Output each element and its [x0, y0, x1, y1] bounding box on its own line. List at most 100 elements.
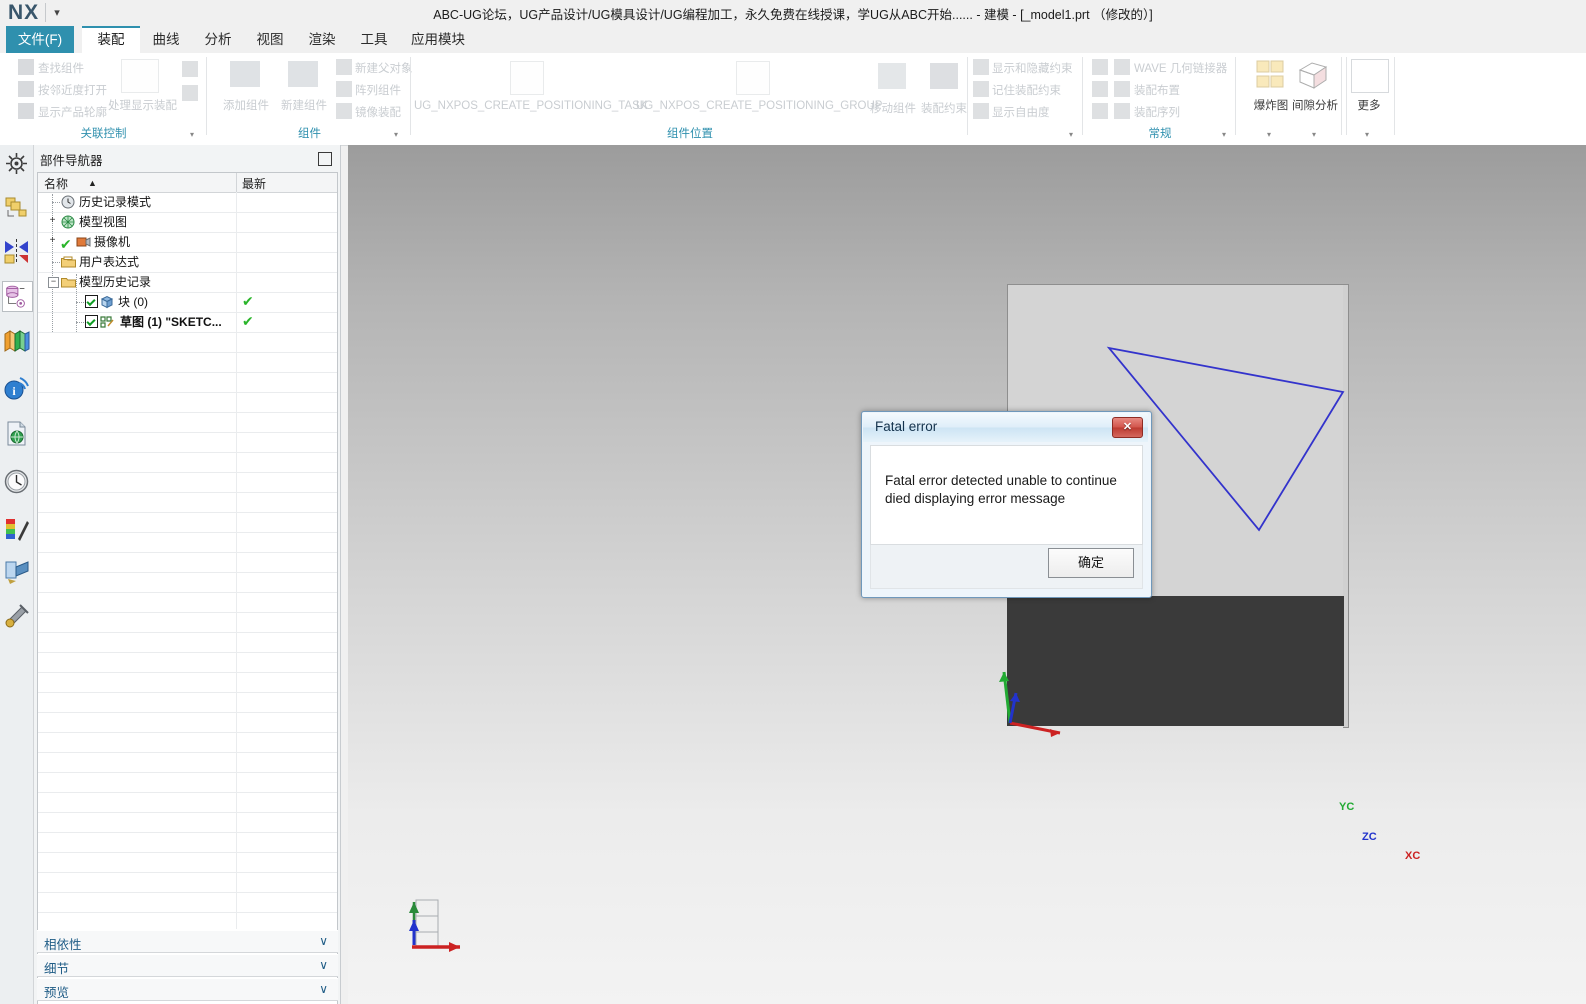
tree-row[interactable]: 块 (0) — [38, 292, 236, 312]
add-component-icon — [230, 61, 260, 87]
tab-tools[interactable]: 工具 — [348, 26, 400, 53]
role-tools-icon[interactable] — [2, 601, 31, 630]
section-label: 相依性 — [44, 938, 82, 952]
section-details[interactable]: 细节 ∨ — [37, 954, 338, 977]
fatal-error-dialog[interactable]: Fatal error ✕ Fatal error detected unabl… — [861, 411, 1152, 598]
work-part-display-icon — [121, 59, 159, 93]
add-component-label[interactable]: 添加组件 — [216, 97, 276, 113]
render-palette-icon[interactable] — [2, 515, 31, 544]
tab-curve[interactable]: 曲线 — [140, 26, 192, 53]
tree-expander[interactable]: + — [48, 216, 57, 226]
sort-ascending-icon[interactable]: ▲ — [88, 178, 97, 188]
tree-row[interactable]: 用户表达式 — [38, 252, 236, 272]
tree-column-name[interactable]: 名称 — [44, 175, 68, 192]
more-commands-icon[interactable] — [1351, 59, 1389, 93]
block-icon — [100, 295, 114, 309]
up-to-date-icon: ✔ — [242, 313, 254, 329]
hd3d-tools-icon[interactable]: i — [2, 373, 31, 402]
tree-row[interactable]: 历史记录模式 — [38, 192, 236, 212]
constraint-navigator-icon[interactable] — [2, 237, 31, 266]
tree-row[interactable]: + ✔ 摄像机 — [38, 232, 236, 252]
show-dof-label[interactable]: 显示自由度 — [992, 104, 1050, 120]
tab-render[interactable]: 渲染 — [296, 26, 348, 53]
triad-y-label: YC — [1339, 801, 1355, 813]
clearance-analysis-caret-icon[interactable]: ▾ — [1312, 130, 1316, 139]
pattern-component-icon — [336, 81, 352, 97]
set-work-part-icon[interactable] — [182, 61, 198, 77]
work-part-display-label[interactable]: 处理显示装配 — [108, 97, 177, 113]
feature-checkbox[interactable] — [85, 295, 98, 308]
close-icon[interactable]: ✕ — [1112, 417, 1143, 438]
section-preview[interactable]: 预览 ∨ — [37, 978, 338, 1001]
remember-constraints-icon — [973, 81, 989, 97]
tab-application[interactable]: 应用模块 — [400, 26, 476, 53]
mirror-assembly-label[interactable]: 镜像装配 — [355, 104, 401, 120]
clock-icon — [61, 195, 75, 209]
ribbon-group-constraints: 显示和隐藏约束 记住装配约束 显示自由度 ▾ — [969, 53, 1083, 145]
tree-column-latest[interactable]: 最新 — [242, 175, 266, 192]
window-title: ABC-UG论坛，UG产品设计/UG模具设计/UG编程加工，永久免费在线授课，学… — [433, 8, 1153, 22]
ribbon-separator — [1394, 57, 1395, 135]
explode-view-caret-icon[interactable]: ▾ — [1267, 130, 1271, 139]
group-caret-constraints[interactable]: ▾ — [1069, 130, 1073, 139]
reuse-library-icon[interactable] — [2, 281, 33, 312]
show-hide-constraints-label[interactable]: 显示和隐藏约束 — [992, 60, 1073, 76]
group-label-component-position: 组件位置 — [667, 128, 713, 140]
new-component-icon — [288, 61, 318, 87]
remember-constraints-label[interactable]: 记住装配约束 — [992, 82, 1061, 98]
history-clock-icon[interactable] — [2, 467, 31, 496]
chevron-down-icon[interactable]: ∨ — [319, 982, 328, 996]
assembly-sequence-label[interactable]: 装配序列 — [1134, 104, 1180, 120]
more-commands-caret-icon[interactable]: ▾ — [1365, 130, 1369, 139]
chevron-down-icon[interactable]: ∨ — [319, 958, 328, 972]
pin-panel-icon[interactable] — [318, 152, 332, 166]
part-navigator-icon[interactable] — [2, 193, 31, 222]
wave-geometry-linker-icon — [1114, 59, 1130, 75]
web-browser-icon[interactable] — [2, 419, 31, 448]
tree-row[interactable]: 草图 (1) "SKETC... — [38, 312, 236, 332]
reuse-library-books-icon[interactable] — [2, 325, 31, 354]
tree-expander[interactable]: + — [48, 236, 57, 246]
section-dependencies[interactable]: 相依性 ∨ — [37, 930, 338, 953]
feature-checkbox[interactable] — [85, 315, 98, 328]
tree-row-label: 草图 (1) "SKETC... — [120, 315, 222, 329]
group-caret-context-control[interactable]: ▾ — [190, 130, 194, 139]
system-scene-icon[interactable] — [2, 557, 31, 586]
clearance-analysis-label[interactable]: 间隙分析 — [1286, 97, 1344, 113]
chevron-down-icon[interactable]: ∨ — [319, 934, 328, 948]
assembly-arrangement-label[interactable]: 装配布置 — [1134, 82, 1180, 98]
navigator-tree[interactable]: 名称 ▲ 最新 历史记录模式 + 模型视图 + ✔ 摄像机 用户表达式 − 模型… — [37, 172, 338, 1004]
create-positioning-task-label[interactable]: UG_NXPOS_CREATE_POSITIONING_TASK — [414, 100, 647, 112]
dialog-title-bar[interactable]: Fatal error ✕ — [863, 413, 1148, 442]
tree-expander[interactable]: − — [48, 277, 59, 288]
tab-assembly[interactable]: 装配 — [82, 26, 140, 53]
assembly-constraint-label[interactable]: 装配约束 — [918, 100, 970, 116]
solid-front-face[interactable] — [1007, 596, 1344, 726]
new-parent-label[interactable]: 新建父对象 — [355, 60, 413, 76]
more-commands-label[interactable]: 更多 — [1345, 97, 1393, 113]
move-component-label[interactable]: 移动组件 — [868, 100, 918, 116]
group-caret-general[interactable]: ▾ — [1222, 130, 1226, 139]
ribbon-group-context-control: 查找组件 按邻近度打开 显示产品轮廓 处理显示装配 关联控制 ▾ — [0, 53, 207, 145]
ok-button[interactable]: 确定 — [1048, 548, 1134, 578]
group-caret-component[interactable]: ▾ — [394, 130, 398, 139]
show-product-outline-label[interactable]: 显示产品轮廓 — [38, 104, 107, 120]
new-component-label[interactable]: 新建组件 — [274, 97, 334, 113]
tab-view[interactable]: 视图 — [244, 26, 296, 53]
display-part-icon[interactable] — [182, 85, 198, 101]
tab-file[interactable]: 文件(F) — [6, 26, 74, 53]
open-by-proximity-label[interactable]: 按邻近度打开 — [38, 82, 107, 98]
find-component-label[interactable]: 查找组件 — [38, 60, 84, 76]
navigator-header: 部件导航器 — [34, 145, 340, 172]
wave-geometry-linker-label[interactable]: WAVE 几何链接器 — [1134, 60, 1227, 76]
open-by-proximity-icon — [18, 81, 34, 97]
tree-row[interactable]: − 模型历史记录 — [38, 272, 236, 292]
assembly-navigator-icon[interactable] — [2, 149, 31, 178]
tree-row[interactable]: + 模型视图 — [38, 212, 236, 232]
arrangement-icon — [1092, 81, 1108, 97]
tab-analysis[interactable]: 分析 — [192, 26, 244, 53]
tree-row-label: 模型历史记录 — [79, 275, 152, 289]
create-positioning-group-label[interactable]: UG_NXPOS_CREATE_POSITIONING_GROUP — [636, 100, 882, 112]
pattern-component-label[interactable]: 阵列组件 — [355, 82, 401, 98]
sequence-base-icon — [1092, 103, 1108, 119]
